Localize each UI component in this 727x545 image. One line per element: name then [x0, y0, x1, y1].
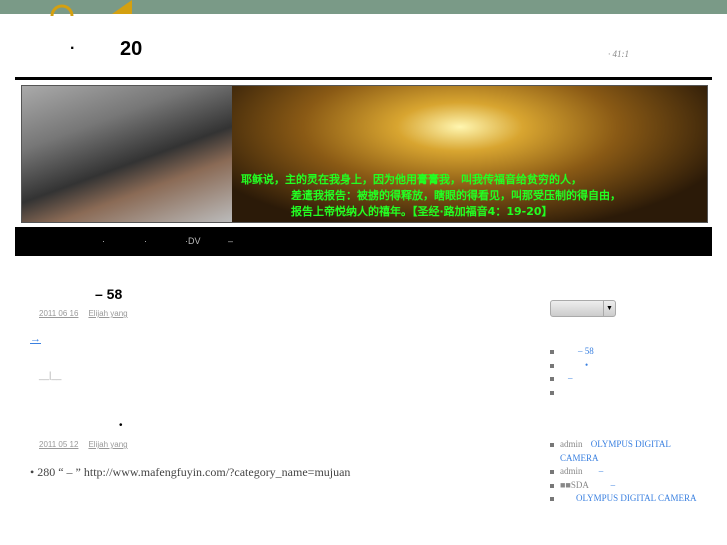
- banner-quote: 耶稣说，主的灵在我身上，因为他用膏膏我，叫我传福音给贫穷的人， 差遣我报告：被掳…: [241, 172, 621, 220]
- post-author[interactable]: Elijah yang: [88, 440, 127, 449]
- main-nav: · · ·DV –: [15, 227, 712, 256]
- logo-icon: [50, 0, 132, 16]
- header-banner: 耶稣说，主的灵在我身上，因为他用膏膏我，叫我传福音给贫穷的人， 差遣我报告：被掳…: [21, 85, 708, 223]
- post-meta: 2011 06 16 Elijah yang: [39, 309, 138, 318]
- recent-comments-list: admin OLYMPUS DIGITAL CAMERA admin – ■■S…: [550, 438, 700, 506]
- list-item: admin OLYMPUS DIGITAL CAMERA: [550, 438, 700, 465]
- banner-photo: [22, 86, 232, 222]
- recent-posts-list: – 58 • –: [550, 345, 594, 395]
- archive-select[interactable]: ▼: [550, 300, 616, 317]
- post-date[interactable]: 2011 06 16: [39, 309, 78, 318]
- site-title[interactable]: 20: [120, 38, 142, 61]
- nav-item[interactable]: –: [228, 236, 233, 246]
- quote-line: 差遣我报告：被掳的得释放，瞎眼的得看见，叫那受压制的得自由，: [291, 189, 621, 202]
- nav-item[interactable]: ·: [102, 236, 105, 246]
- list-item: OLYMPUS DIGITAL CAMERA: [550, 492, 700, 506]
- header-divider: [15, 77, 712, 80]
- verse-reference: · 41:1: [608, 49, 629, 59]
- post-date[interactable]: 2011 05 12: [39, 440, 78, 449]
- pagination[interactable]: __|__: [39, 370, 61, 380]
- post-excerpt: • 280 “ – ” http://www.mafengfuyin.com/?…: [30, 465, 351, 479]
- chevron-down-icon: ▼: [603, 301, 615, 316]
- list-item[interactable]: – 58: [550, 345, 594, 359]
- quote-line: 报告上帝悦纳人的禧年。【圣经·路加福音4：19-20】: [291, 205, 553, 218]
- quote-line: 耶稣说，主的灵在我身上，因为他用膏膏我，叫我传福音给贫穷的人，: [241, 173, 582, 186]
- post-title[interactable]: •: [119, 420, 123, 431]
- nav-item[interactable]: ·: [144, 236, 147, 246]
- list-item[interactable]: •: [550, 359, 594, 373]
- list-item[interactable]: –: [550, 372, 594, 386]
- nav-item[interactable]: ·DV: [185, 236, 201, 246]
- post-author[interactable]: Elijah yang: [88, 309, 127, 318]
- post-title[interactable]: – 58: [95, 286, 122, 302]
- site-title-dot: ·: [70, 40, 76, 57]
- list-item: admin –: [550, 465, 700, 479]
- post-meta: 2011 05 12 Elijah yang: [39, 440, 138, 449]
- list-item: ■■SDA –: [550, 479, 700, 493]
- read-more-link[interactable]: →: [30, 333, 41, 345]
